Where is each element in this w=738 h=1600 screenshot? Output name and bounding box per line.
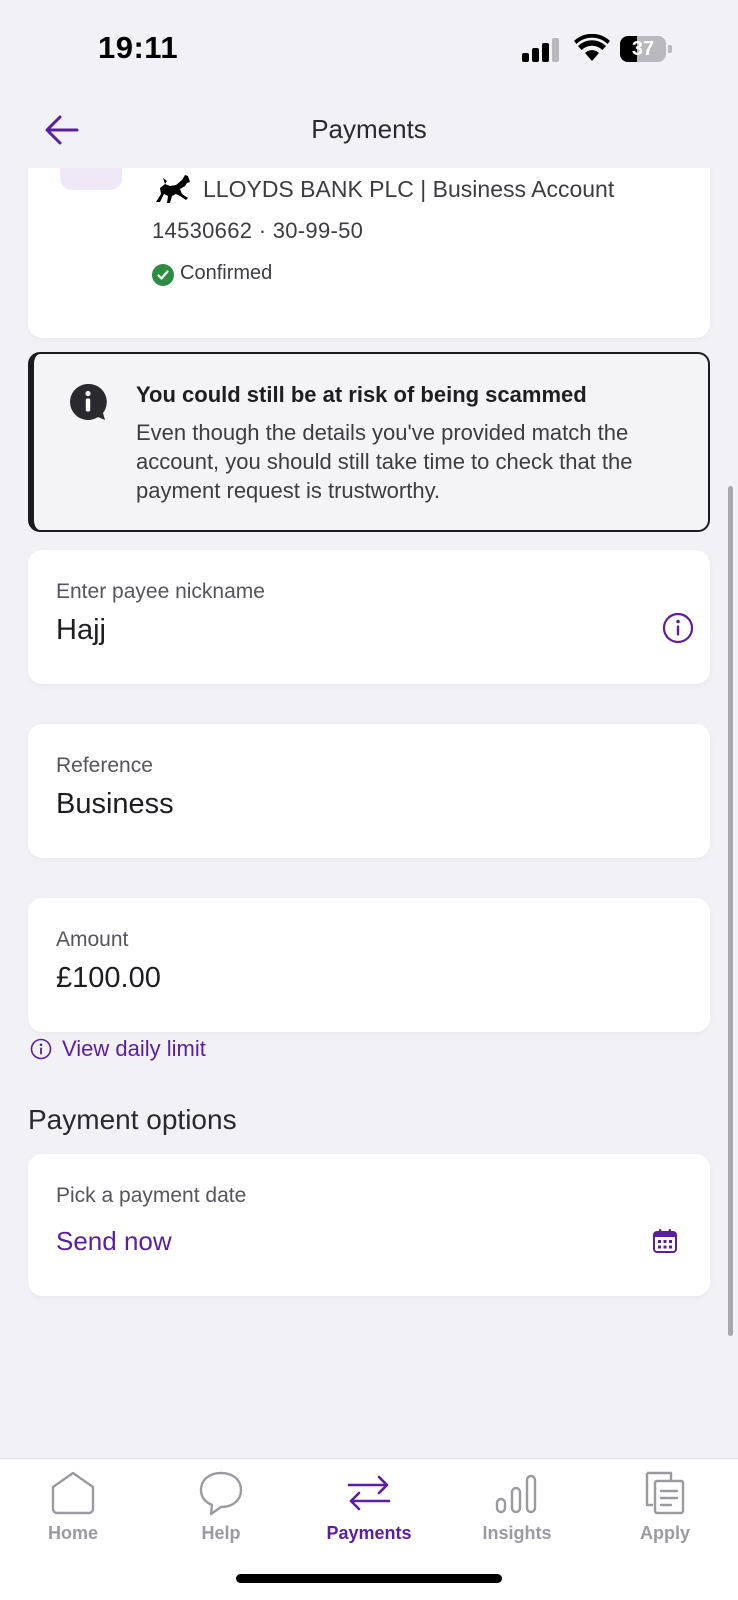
nav-help[interactable]: Help — [161, 1469, 281, 1559]
battery-percentage: 37 — [631, 38, 655, 60]
payment-date-label: Pick a payment date — [56, 1184, 247, 1207]
nav-apply-label: Apply — [639, 1523, 690, 1543]
nav-help-label: Help — [201, 1523, 241, 1543]
status-bar: 19:11 37 — [0, 0, 738, 100]
help-bubble-icon — [199, 1471, 243, 1516]
nickname-label: Enter payee nickname — [56, 580, 265, 603]
warning-text: Even though the details you've provided … — [136, 420, 633, 503]
scam-warning-box: You could still be at risk of being scam… — [28, 352, 710, 532]
home-icon — [51, 1471, 95, 1515]
payee-bank-name: LLOYDS BANK PLC | Business Account — [203, 176, 615, 202]
payment-date-value: Send now — [56, 1226, 172, 1256]
wifi-icon — [574, 34, 610, 61]
nav-payments[interactable]: Payments — [309, 1469, 429, 1559]
info-circle-icon — [30, 1038, 52, 1060]
daily-limit-label: View daily limit — [62, 1036, 206, 1061]
calendar-icon — [653, 1229, 677, 1253]
payment-options-title: Payment options — [28, 1104, 237, 1135]
apply-documents-icon — [645, 1471, 685, 1515]
warning-title: You could still be at risk of being scam… — [136, 382, 587, 407]
payment-date-picker[interactable]: Pick a payment date Send now — [28, 1154, 710, 1296]
transfer-arrows-icon — [347, 1475, 391, 1511]
reference-value[interactable]: Business — [56, 788, 174, 821]
amount-value[interactable]: £100.00 — [56, 962, 161, 995]
header: Payments — [0, 100, 738, 168]
nickname-value[interactable]: Hajj — [56, 614, 106, 647]
nav-payments-label: Payments — [326, 1523, 412, 1543]
check-circle-icon — [152, 264, 174, 286]
nav-insights[interactable]: Insights — [457, 1469, 577, 1559]
info-circle-icon[interactable] — [662, 612, 694, 644]
nav-home[interactable]: Home — [13, 1469, 133, 1559]
payee-nickname-field[interactable]: Enter payee nickname Hajj — [28, 550, 710, 684]
payee-card: LLOYDS BANK PLC | Business Account 14530… — [28, 168, 710, 338]
amount-label: Amount — [56, 928, 129, 951]
confirmation-status: Confirmed — [180, 262, 273, 284]
info-icon — [70, 383, 107, 420]
nav-home-label: Home — [47, 1523, 98, 1543]
payee-account-details: 14530662 · 30-99-50 — [152, 218, 364, 243]
reference-label: Reference — [56, 754, 153, 777]
nav-insights-label: Insights — [482, 1523, 552, 1543]
reference-field[interactable]: Reference Business — [28, 724, 710, 858]
payments-screen: 19:11 37 Payments LLOYDS BANK PLC | Busi… — [0, 0, 738, 1600]
cellular-signal-icon — [522, 38, 562, 62]
insights-icon — [495, 1474, 537, 1514]
status-time: 19:11 — [98, 30, 179, 65]
payee-avatar — [60, 168, 122, 190]
view-daily-limit-link[interactable]: View daily limit — [30, 1034, 206, 1064]
home-indicator — [236, 1574, 502, 1583]
scrollbar[interactable] — [728, 486, 733, 1336]
page-title: Payments — [311, 114, 427, 144]
black-horse-icon — [156, 175, 190, 203]
nav-apply[interactable]: Apply — [605, 1469, 725, 1559]
battery-icon: 37 — [620, 36, 672, 62]
amount-field[interactable]: Amount £100.00 — [28, 898, 710, 1032]
payment-form-content[interactable]: LLOYDS BANK PLC | Business Account 14530… — [0, 168, 738, 1458]
